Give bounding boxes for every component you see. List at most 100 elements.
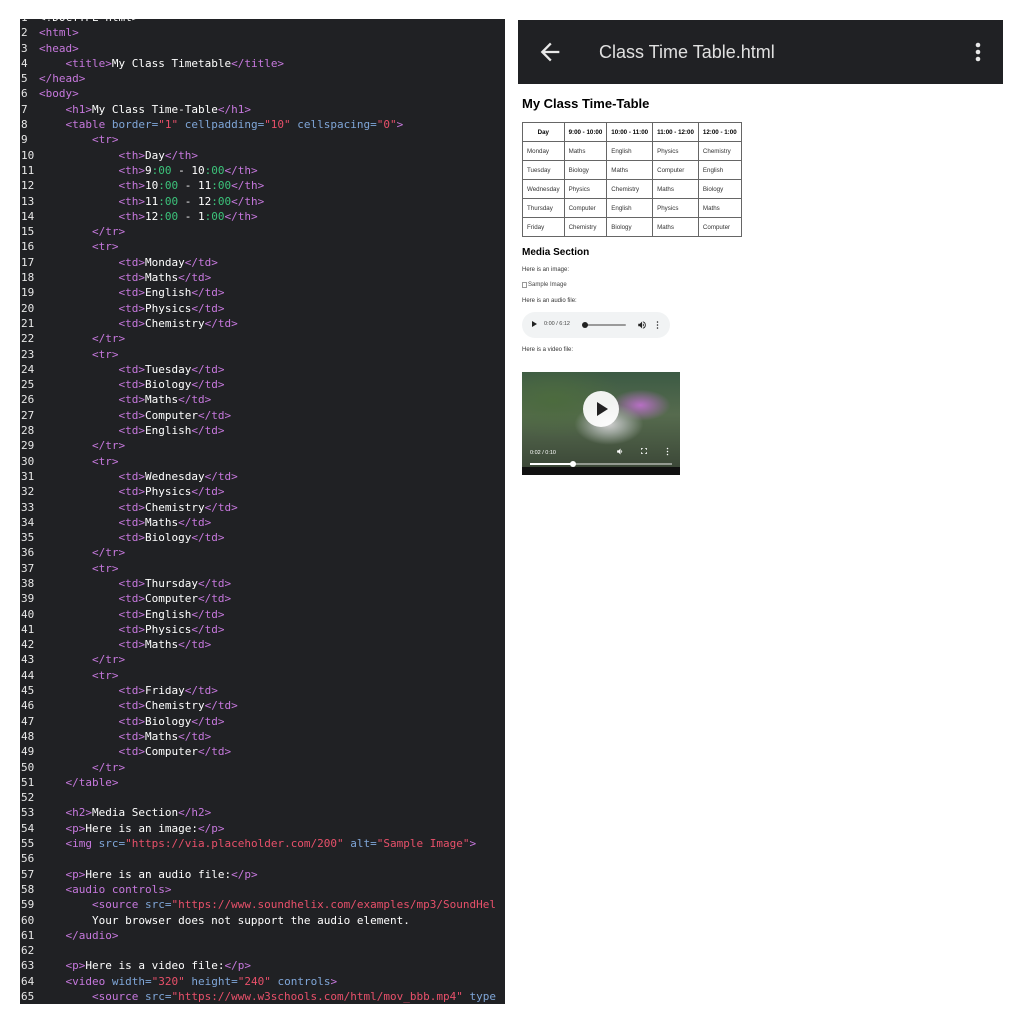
table-cell: Biology [563,160,608,180]
code-line: 14 <th>12:00 - 1:00</th> [20,209,505,224]
code-text: </tr> [91,760,126,774]
line-number: 25 [21,378,35,392]
more-vert-icon[interactable] [656,320,659,330]
line-number: 30 [21,454,35,468]
fullscreen-icon[interactable] [640,447,648,455]
code-line: 42 <td>Maths</td> [20,637,505,652]
table-cell: Chemistry [563,217,608,237]
line-number: 48 [21,729,35,743]
line-number: 17 [21,255,35,269]
table-row: Friday Chemistry Biology Maths Computer [522,217,742,237]
video-player[interactable]: 0:02 / 0:10 [522,372,680,475]
code-line: 7 <h1>My Class Time-Table</h1> [20,102,505,117]
table-header-cell: 10:00 - 11:00 [606,122,654,142]
line-number: 34 [21,515,35,529]
table-cell: English [606,198,654,218]
table-header-cell: 9:00 - 10:00 [563,122,608,142]
code-text: <tr> [91,561,119,575]
line-number: 37 [21,561,35,575]
code-text: <td>Friday</td> [118,684,218,698]
code-line: 18 <td>Maths</td> [20,270,505,285]
line-number: 54 [21,821,35,835]
video-seek-thumb[interactable] [569,461,576,467]
line-number: 24 [21,362,35,376]
code-text: </audio> [65,928,119,942]
line-number: 2 [21,26,28,40]
line-number: 50 [21,760,35,774]
table-cell: English [606,141,654,161]
broken-image-icon [522,281,527,288]
code-line: 59 <source src="https://www.soundhelix.c… [20,897,505,912]
code-editor[interactable]: 1<!DOCTYPE html>2<html>3<head>4 <title>M… [20,19,505,1004]
code-line: 53 <h2>Media Section</h2> [20,805,505,820]
code-text: <p>Here is a video file:</p> [65,959,251,973]
code-text: <td>Chemistry</td> [118,316,238,330]
table-row: Monday Maths English Physics Chemistry [522,141,742,161]
code-line: 17 <td>Monday</td> [20,255,505,270]
code-line: 39 <td>Computer</td> [20,591,505,606]
code-text: <td>Maths</td> [118,271,212,285]
line-number: 65 [21,990,35,1003]
table-cell: Physics [652,198,699,218]
code-line: 38 <td>Thursday</td> [20,576,505,591]
code-text: <td>Biology</td> [118,531,225,545]
more-vert-icon[interactable] [970,40,986,64]
table-cell: Friday [522,217,565,237]
volume-icon[interactable] [616,447,625,456]
html-preview: Class Time Table.html My Class Time-Tabl… [518,20,1003,1005]
code-text: <tr> [91,347,119,361]
code-line: 40 <td>English</td> [20,607,505,622]
more-vert-icon[interactable] [666,447,669,456]
play-icon[interactable] [583,391,619,427]
code-line: 27 <td>Computer</td> [20,408,505,423]
line-number: 56 [21,852,35,866]
table-cell: Chemistry [606,179,654,199]
table-cell: Maths [606,160,654,180]
line-number: 53 [21,806,35,820]
table-row: Thursday Computer English Physics Maths [522,198,742,218]
line-number: 33 [21,500,35,514]
code-text: <td>Thursday</td> [118,576,232,590]
audio-seek-thumb[interactable] [582,322,588,328]
arrow-left-icon[interactable] [536,38,564,66]
code-text: <td>English</td> [118,286,225,300]
line-number: 5 [21,72,28,86]
code-text: </tr> [91,439,126,453]
table-cell: Biology [697,179,742,199]
line-number: 11 [21,163,35,177]
code-line: 47 <td>Biology</td> [20,714,505,729]
code-line: 15 </tr> [20,224,505,239]
table-cell: Maths [652,179,699,199]
code-line: 22 </tr> [20,331,505,346]
line-number: 12 [21,179,35,193]
code-text: <td>Maths</td> [118,638,212,652]
code-line: 62 [20,943,505,958]
code-text: </tr> [91,653,126,667]
line-number: 7 [21,102,28,116]
code-text: <img src="https://via.placeholder.com/20… [65,837,477,851]
code-line: 41 <td>Physics</td> [20,622,505,637]
line-number: 14 [21,209,35,223]
code-text: <td>Maths</td> [118,393,212,407]
table-cell: Monday [522,141,565,161]
code-text: </table> [65,775,119,789]
code-line: 55 <img src="https://via.placeholder.com… [20,836,505,851]
line-number: 3 [21,41,28,55]
code-text: <html> [39,26,79,40]
code-text: <tr> [91,240,119,254]
audio-time: 0:00 / 6:12 [544,321,570,327]
audio-player[interactable]: 0:00 / 6:12 [522,312,670,338]
code-line: 20 <td>Physics</td> [20,301,505,316]
broken-image: Sample Image [522,280,1000,289]
video-seek-bar[interactable] [530,461,672,467]
code-line: 54 <p>Here is an image:</p> [20,821,505,836]
code-line: 45 <td>Friday</td> [20,683,505,698]
audio-seek-bar[interactable] [582,322,626,328]
code-text: Your browser does not support the audio … [39,913,410,927]
volume-icon[interactable] [637,320,647,330]
table-cell: Maths [652,217,699,237]
code-line: 49 <td>Computer</td> [20,744,505,759]
line-number: 44 [21,668,35,682]
play-icon[interactable] [532,321,537,327]
line-number: 45 [21,684,35,698]
